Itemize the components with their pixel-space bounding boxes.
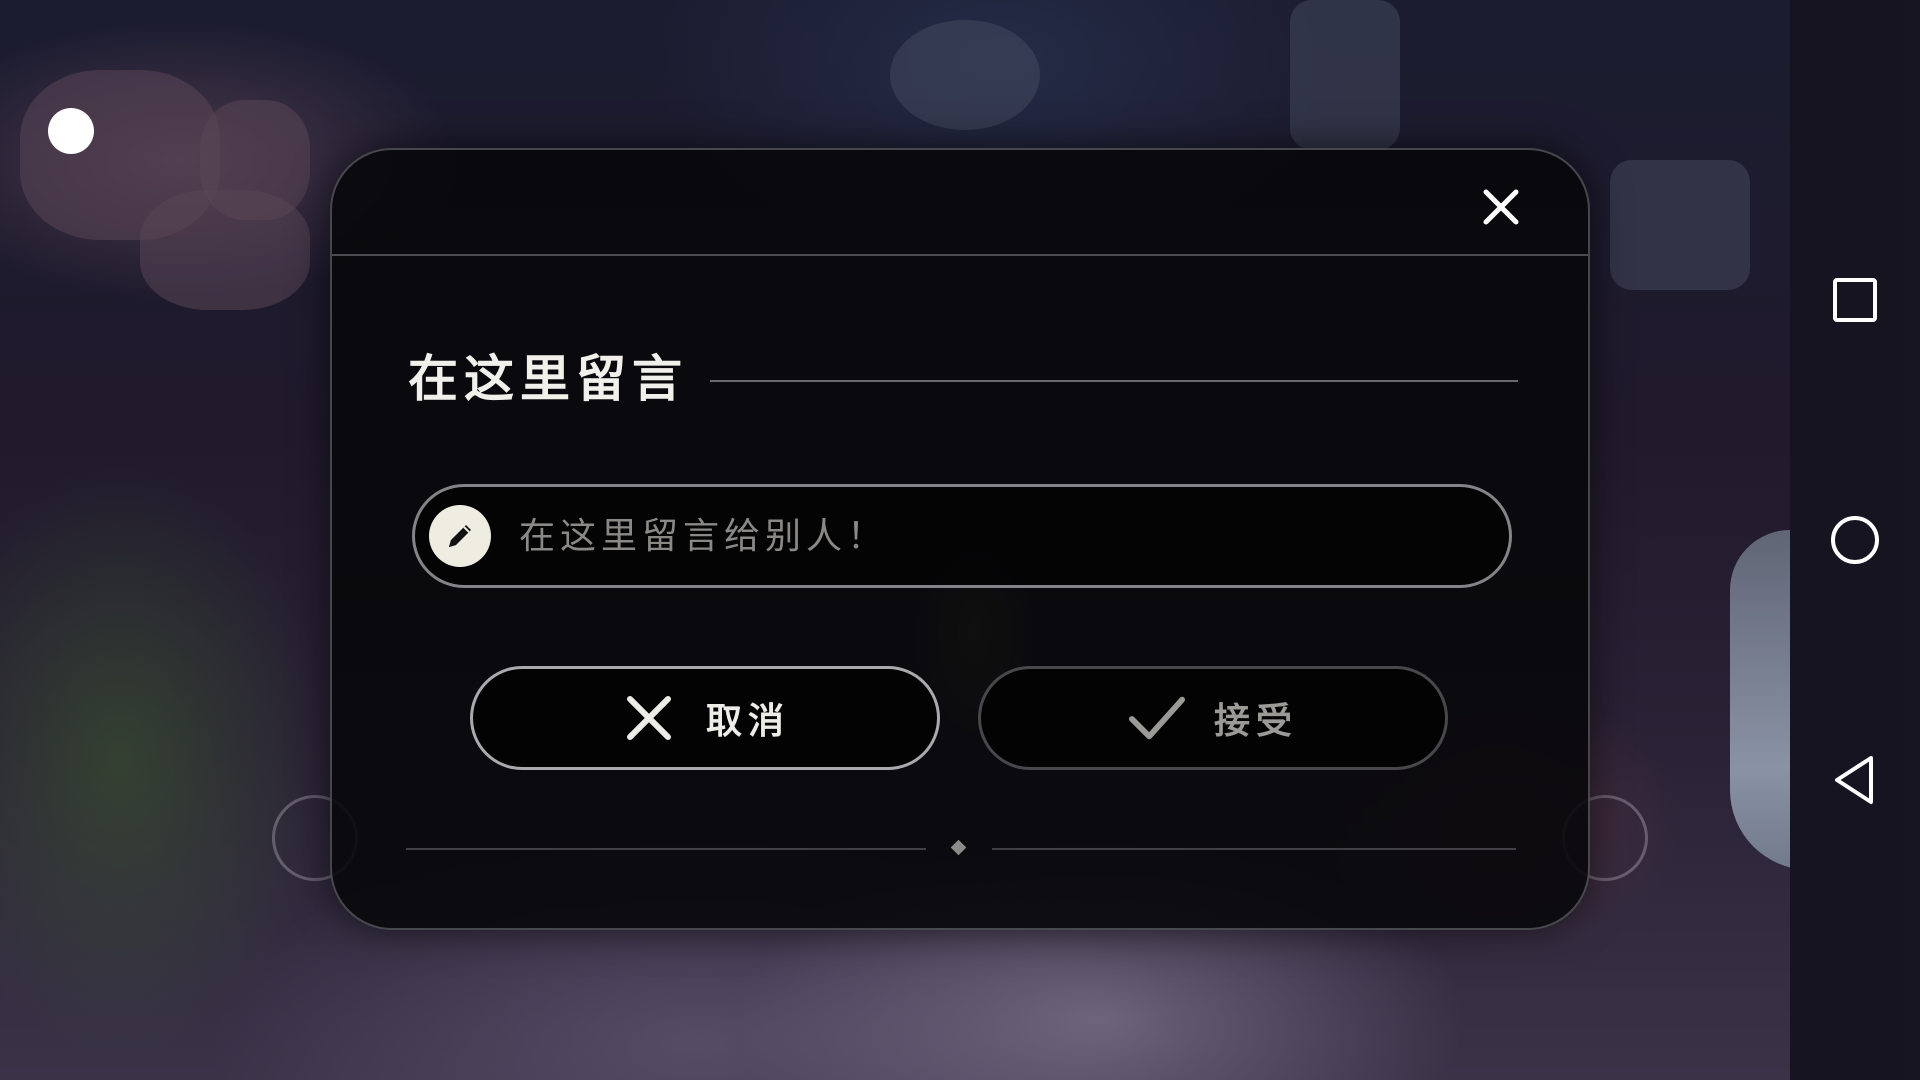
footer-divider-left [406,848,926,850]
system-navigation-bar [1790,0,1920,1080]
recents-icon [1833,278,1877,322]
dialog-title: 在这里留言 [408,350,688,408]
cancel-button[interactable]: 取消 [470,666,940,770]
checkmark-icon [1128,689,1186,747]
back-icon [1835,756,1873,804]
message-input-field[interactable] [412,484,1512,588]
status-indicator-dot [48,108,94,154]
scene-pillar [1290,0,1400,150]
scene-lantern [1610,160,1750,290]
recents-button[interactable] [1825,270,1885,330]
pencil-badge [429,505,491,567]
message-dialog: 在这里留言 取消 接受 [330,148,1590,930]
accept-button[interactable]: 接受 [978,666,1448,770]
x-icon [620,689,678,747]
home-icon [1831,516,1879,564]
cancel-label: 取消 [705,701,790,742]
title-divider [710,380,1518,382]
dialog-header [332,150,1588,256]
close-icon [1483,189,1519,225]
back-button[interactable] [1825,750,1885,810]
scene-creature [1730,530,1790,870]
close-button[interactable] [1478,184,1524,230]
message-text-input[interactable] [519,505,1479,567]
home-button[interactable] [1825,510,1885,570]
accept-label: 接受 [1213,701,1298,742]
footer-divider-right [992,848,1516,850]
scene-planet [890,20,1040,130]
pencil-icon [449,525,471,547]
footer-diamond-ornament [950,839,967,856]
scene-rock [200,100,310,220]
